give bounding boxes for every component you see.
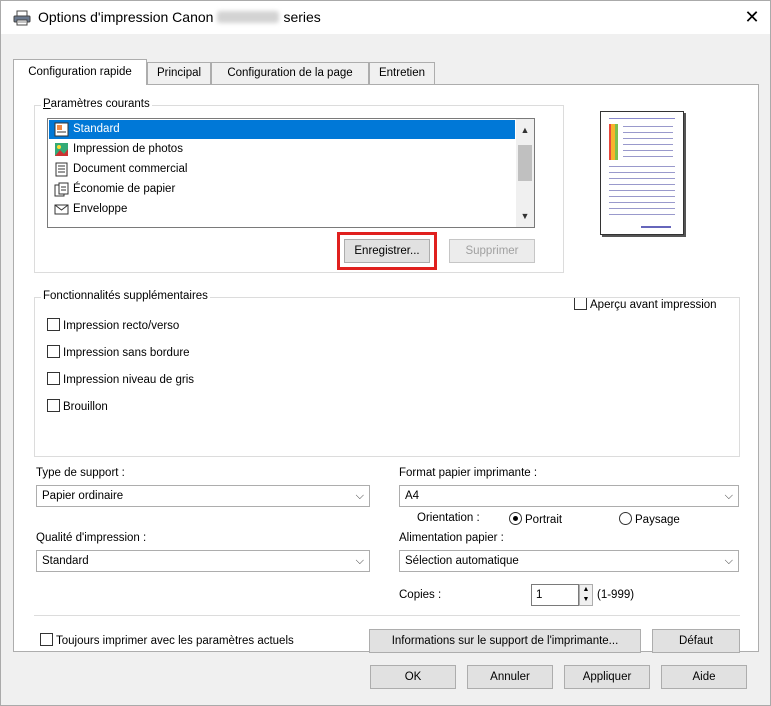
checkbox-box[interactable] (47, 345, 60, 358)
orientation-label: Orientation : (417, 512, 480, 524)
print-quality-value: Standard (42, 555, 89, 567)
page-preview (600, 111, 684, 235)
checkbox-box[interactable] (47, 318, 60, 331)
tab-page-setup[interactable]: Configuration de la page (211, 62, 369, 84)
document-icon (55, 162, 68, 177)
window-title-prefix: Options d'impression Canon (38, 9, 214, 25)
radio-circle[interactable] (509, 512, 522, 525)
tab-main[interactable]: Principal (147, 62, 211, 84)
list-item-label: Document commercial (73, 163, 188, 175)
current-settings-label-rest: aramètres courants (50, 98, 150, 110)
list-item-label: Impression de photos (73, 143, 183, 155)
borderless-label: Impression sans bordure (63, 347, 190, 359)
photo-icon (55, 143, 68, 156)
list-item[interactable]: Économie de papier (49, 180, 515, 199)
scroll-down-icon[interactable]: ▼ (516, 207, 534, 225)
portrait-label: Portrait (525, 514, 563, 526)
copies-spinner[interactable]: ▲ ▼ (579, 584, 593, 606)
printer-icon (13, 10, 31, 26)
cancel-button[interactable]: Annuler (467, 665, 553, 689)
chevron-down-icon: ⌵ (355, 490, 364, 502)
additional-features-label: Fonctionnalités supplémentaires (41, 290, 210, 302)
draft-checkbox[interactable]: Brouillon (47, 399, 108, 414)
list-item[interactable]: Impression de photos (49, 140, 515, 159)
print-quality-select[interactable]: Standard ⌵ (36, 550, 370, 572)
landscape-label: Paysage (635, 514, 680, 526)
media-info-button[interactable]: Informations sur le support de l'imprima… (369, 629, 641, 653)
tab-quick-setup[interactable]: Configuration rapide (13, 59, 147, 85)
borderless-checkbox[interactable]: Impression sans bordure (47, 345, 190, 360)
paper-saving-icon (54, 182, 69, 197)
checkbox-box[interactable] (40, 633, 53, 646)
landscape-radio[interactable]: Paysage (619, 512, 680, 527)
preview-page-icon (609, 118, 675, 228)
list-item-label: Économie de papier (73, 183, 176, 195)
radio-circle[interactable] (619, 512, 632, 525)
title-bar: Options d'impression Canon series ✕ (1, 1, 770, 34)
delete-button[interactable]: Supprimer (449, 239, 535, 263)
duplex-checkbox[interactable]: Impression recto/verso (47, 318, 179, 333)
paper-size-label: Format papier imprimante : (399, 467, 538, 479)
settings-listbox[interactable]: Standard Impression de photos Document c… (47, 118, 535, 228)
apply-button[interactable]: Appliquer (564, 665, 650, 689)
additional-features-group: Fonctionnalités supplémentaires Impressi… (34, 290, 740, 457)
list-item[interactable]: Enveloppe (49, 200, 515, 219)
tab-maintenance[interactable]: Entretien (369, 62, 435, 84)
envelope-icon (54, 204, 69, 215)
divider (34, 615, 740, 616)
spin-up-icon[interactable]: ▲ (580, 585, 592, 595)
chevron-down-icon: ⌵ (355, 555, 364, 567)
close-button[interactable]: ✕ (740, 5, 764, 29)
window-title-suffix: series (283, 9, 321, 25)
print-options-window: Options d'impression Canon series ✕ Confi… (0, 0, 771, 706)
redacted-model-name (217, 11, 280, 23)
ok-button[interactable]: OK (370, 665, 456, 689)
dialog-body: Configuration rapide Principal Configura… (1, 34, 770, 705)
list-item[interactable]: Standard (49, 120, 515, 139)
media-type-select[interactable]: Papier ordinaire ⌵ (36, 485, 370, 507)
spin-down-icon[interactable]: ▼ (580, 595, 592, 605)
window-title: Options d'impression Canon series (38, 9, 321, 25)
always-print-checkbox[interactable]: Toujours imprimer avec les paramètres ac… (40, 633, 294, 648)
always-print-label: Toujours imprimer avec les paramètres ac… (56, 635, 294, 647)
media-type-value: Papier ordinaire (42, 490, 124, 502)
current-settings-label: Paramètres courants (41, 98, 152, 110)
list-item-label: Enveloppe (73, 203, 128, 215)
quick-setup-panel: Paramètres courants Standard Impression … (13, 84, 759, 653)
scroll-up-icon[interactable]: ▲ (516, 121, 534, 139)
portrait-radio[interactable]: Portrait (509, 512, 562, 527)
current-settings-group: Paramètres courants Standard Impression … (34, 98, 564, 273)
highlight-frame (337, 232, 437, 270)
chevron-down-icon: ⌵ (724, 555, 733, 567)
grayscale-label: Impression niveau de gris (63, 374, 195, 386)
grayscale-checkbox[interactable]: Impression niveau de gris (47, 372, 194, 387)
media-type-label: Type de support : (36, 467, 125, 479)
chevron-down-icon: ⌵ (724, 490, 733, 502)
paper-size-value: A4 (405, 490, 420, 502)
checkbox-box[interactable] (47, 372, 60, 385)
print-quality-label: Qualité d'impression : (36, 532, 147, 544)
duplex-label: Impression recto/verso (63, 320, 180, 332)
paper-source-select[interactable]: Sélection automatique ⌵ (399, 550, 739, 572)
scroll-thumb[interactable] (518, 145, 532, 181)
copies-range: (1-999) (597, 589, 635, 601)
paper-source-value: Sélection automatique (405, 555, 519, 567)
default-button[interactable]: Défaut (652, 629, 740, 653)
list-scrollbar[interactable]: ▲ ▼ (516, 119, 534, 227)
list-item-label: Standard (73, 123, 120, 135)
copies-input[interactable]: 1 (531, 584, 579, 606)
standard-icon (54, 122, 69, 137)
list-item[interactable]: Document commercial (49, 160, 515, 179)
help-button[interactable]: Aide (661, 665, 747, 689)
checkbox-box[interactable] (47, 399, 60, 412)
copies-label: Copies : (399, 589, 442, 601)
paper-source-label: Alimentation papier : (399, 532, 504, 544)
draft-label: Brouillon (63, 401, 108, 413)
paper-size-select[interactable]: A4 ⌵ (399, 485, 739, 507)
